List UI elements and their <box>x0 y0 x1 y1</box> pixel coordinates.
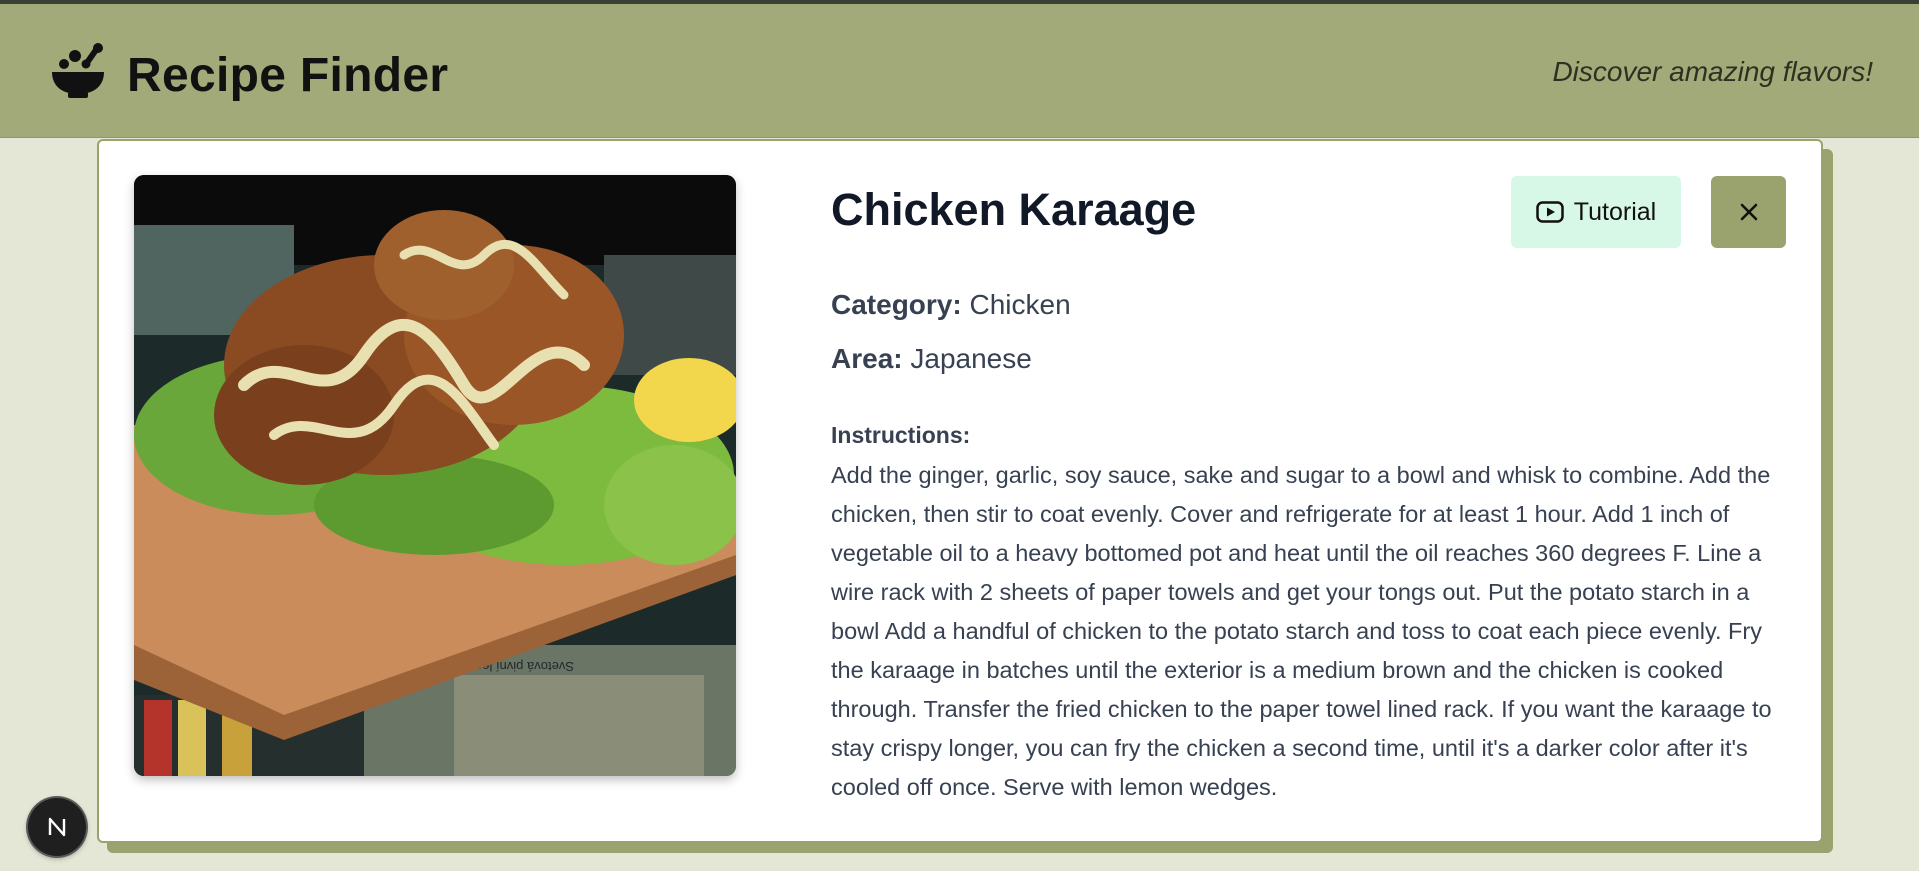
tutorial-button[interactable]: Tutorial <box>1511 176 1681 248</box>
category-value: Chicken <box>969 289 1071 320</box>
recipe-category: Category: Chicken <box>831 289 1071 321</box>
recipe-title: Chicken Karaage <box>831 184 1197 235</box>
app-title[interactable]: Recipe Finder <box>127 48 448 103</box>
tutorial-button-label: Tutorial <box>1573 197 1657 226</box>
site-header: Recipe Finder Discover amazing flavors! <box>0 4 1919 138</box>
nextjs-dev-badge[interactable] <box>28 798 86 856</box>
instructions-text: Add the ginger, garlic, soy sauce, sake … <box>831 462 1772 800</box>
recipe-photo: Svetová pivní legenda <box>134 175 736 776</box>
header-tagline: Discover amazing flavors! <box>1552 56 1873 87</box>
area-value: Japanese <box>910 343 1032 374</box>
youtube-play-icon <box>1536 201 1564 223</box>
close-button[interactable] <box>1711 176 1786 248</box>
mortar-bowl-icon <box>52 43 104 98</box>
nextjs-logo-icon <box>48 817 66 837</box>
category-label: Category: <box>831 289 962 320</box>
close-icon <box>1740 203 1757 221</box>
area-label: Area: <box>831 343 903 374</box>
recipe-area: Area: Japanese <box>831 343 1032 375</box>
instructions-heading: Instructions: <box>831 422 971 448</box>
